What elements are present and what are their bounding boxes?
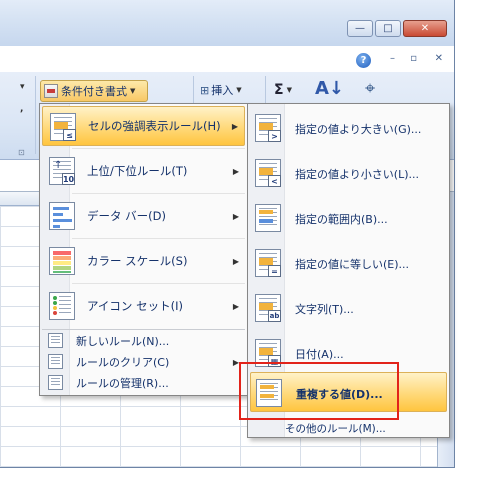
workbook-restore-button[interactable]: ▫ bbox=[410, 53, 417, 64]
clear-rules-icon bbox=[48, 354, 63, 369]
submenu-item-label: 日付(A)... bbox=[295, 348, 344, 361]
submenu-arrow-icon: ▶ bbox=[232, 357, 239, 367]
submenu-arrow-icon: ▶ bbox=[231, 121, 238, 131]
number-format-dropdown-icon[interactable]: ▾ bbox=[20, 82, 25, 92]
chevron-down-icon: ▼ bbox=[236, 86, 242, 94]
icon-set-icon bbox=[49, 292, 75, 320]
menu-item-label: アイコン セット(I) bbox=[87, 299, 183, 313]
window-controls: — □ ✕ bbox=[347, 20, 447, 37]
less-than-icon: < bbox=[255, 159, 281, 187]
workbook-close-button[interactable]: ✕ bbox=[435, 53, 443, 64]
menu-separator bbox=[72, 283, 245, 284]
group-launcher-icon[interactable]: ⊡ bbox=[18, 148, 25, 157]
menu-item-data-bars[interactable]: データ バー(D) ▶ bbox=[42, 196, 245, 236]
submenu-item-text-contains[interactable]: ab 文字列(T)... bbox=[250, 288, 447, 328]
color-scale-icon bbox=[49, 247, 75, 275]
comma-style-icon[interactable]: , bbox=[20, 104, 23, 114]
conditional-formatting-menu: ≤ セルの強調表示ルール(H) ▶ ↑ 10 上位/下位ルール(T) ▶ データ… bbox=[39, 103, 248, 396]
highlight-cells-submenu: > 指定の値より大きい(G)... < 指定の値より小さい(L)... 指定の範… bbox=[247, 103, 450, 438]
menu-item-top-bottom-rules[interactable]: ↑ 10 上位/下位ルール(T) ▶ bbox=[42, 151, 245, 191]
sort-filter-button[interactable]: A↓ bbox=[315, 78, 344, 99]
menu-item-color-scales[interactable]: カラー スケール(S) ▶ bbox=[42, 241, 245, 281]
new-rule-icon bbox=[48, 333, 63, 348]
submenu-arrow-icon: ▶ bbox=[232, 301, 239, 311]
manage-rules-icon bbox=[48, 375, 63, 390]
submenu-item-duplicate-values[interactable]: 重複する値(D)... bbox=[250, 372, 447, 412]
text-contains-icon: ab bbox=[255, 294, 281, 322]
conditional-formatting-button[interactable]: 条件付き書式 ▼ bbox=[40, 80, 148, 102]
menu-item-label: ルールのクリア(C) bbox=[76, 356, 170, 369]
top-bottom-icon: ↑ 10 bbox=[49, 157, 75, 185]
submenu-item-label: 指定の値より大きい(G)... bbox=[295, 123, 422, 136]
submenu-item-greater-than[interactable]: > 指定の値より大きい(G)... bbox=[250, 108, 447, 148]
menu-item-label: ルールの管理(R)... bbox=[76, 377, 169, 390]
submenu-arrow-icon: ▶ bbox=[232, 256, 239, 266]
ribbon-separator bbox=[35, 76, 36, 154]
sort-filter-icon: A↓ bbox=[315, 78, 345, 99]
submenu-item-more-rules[interactable]: その他のルール(M)... bbox=[250, 420, 447, 436]
workbook-minimize-button[interactable]: – bbox=[390, 53, 395, 64]
conditional-formatting-label: 条件付き書式 bbox=[61, 85, 127, 98]
highlight-cells-icon: ≤ bbox=[50, 113, 76, 141]
submenu-item-label: 指定の範囲内(B)... bbox=[295, 213, 388, 226]
submenu-item-between[interactable]: 指定の範囲内(B)... bbox=[250, 198, 447, 238]
submenu-item-label: 重複する値(D)... bbox=[296, 388, 383, 401]
number-group-tools: ▾ , bbox=[0, 78, 34, 138]
submenu-item-less-than[interactable]: < 指定の値より小さい(L)... bbox=[250, 153, 447, 193]
autosum-button[interactable]: Σ ▼ bbox=[274, 82, 292, 98]
menu-item-clear-rules[interactable]: ルールのクリア(C) ▶ bbox=[42, 352, 245, 372]
greater-than-icon: > bbox=[255, 114, 281, 142]
menu-item-highlight-cells-rules[interactable]: ≤ セルの強調表示ルール(H) ▶ bbox=[42, 106, 245, 146]
minimize-button[interactable]: — bbox=[347, 20, 373, 37]
insert-cells-icon: ⊞ bbox=[200, 83, 210, 97]
menu-separator bbox=[72, 238, 245, 239]
title-bar: — □ ✕ bbox=[0, 0, 454, 46]
submenu-item-equal-to[interactable]: = 指定の値に等しい(E)... bbox=[250, 243, 447, 283]
binoculars-icon: ⌖ bbox=[365, 78, 376, 99]
between-icon bbox=[255, 204, 281, 232]
menu-item-icon-sets[interactable]: アイコン セット(I) ▶ bbox=[42, 286, 245, 326]
submenu-item-label: 指定の値に等しい(E)... bbox=[295, 258, 410, 271]
date-occurring-icon: ▦ bbox=[255, 339, 281, 367]
duplicate-values-icon bbox=[256, 379, 282, 407]
submenu-item-label: 文字列(T)... bbox=[295, 303, 354, 316]
menu-separator bbox=[42, 329, 245, 330]
menu-item-label: データ バー(D) bbox=[87, 209, 166, 223]
chevron-down-icon: ▼ bbox=[286, 86, 292, 94]
find-select-button[interactable]: ⌖ bbox=[365, 78, 375, 99]
close-button[interactable]: ✕ bbox=[403, 20, 447, 37]
submenu-item-label: 指定の値より小さい(L)... bbox=[295, 168, 419, 181]
submenu-item-label: その他のルール(M)... bbox=[285, 423, 386, 435]
maximize-button[interactable]: □ bbox=[375, 20, 401, 37]
sigma-icon: Σ bbox=[274, 82, 284, 98]
help-icon[interactable]: ? bbox=[356, 53, 371, 68]
chevron-down-icon: ▼ bbox=[130, 87, 136, 95]
workbook-controls: ? – ▫ ✕ bbox=[0, 52, 454, 70]
submenu-item-date[interactable]: ▦ 日付(A)... bbox=[250, 333, 447, 373]
insert-button[interactable]: ⊞ 挿入 ▼ bbox=[200, 82, 242, 98]
data-bar-icon bbox=[49, 202, 75, 230]
menu-separator bbox=[72, 148, 245, 149]
submenu-arrow-icon: ▶ bbox=[232, 166, 239, 176]
conditional-formatting-icon bbox=[44, 84, 58, 98]
menu-item-label: セルの強調表示ルール(H) bbox=[88, 119, 221, 133]
insert-label: 挿入 bbox=[211, 84, 234, 97]
menu-item-label: カラー スケール(S) bbox=[87, 254, 188, 268]
menu-item-label: 新しいルール(N)... bbox=[76, 335, 170, 348]
menu-item-new-rule[interactable]: 新しいルール(N)... bbox=[42, 331, 245, 351]
equal-to-icon: = bbox=[255, 249, 281, 277]
menu-item-manage-rules[interactable]: ルールの管理(R)... bbox=[42, 373, 245, 393]
menu-item-label: 上位/下位ルール(T) bbox=[87, 164, 188, 178]
submenu-arrow-icon: ▶ bbox=[232, 211, 239, 221]
menu-separator bbox=[72, 193, 245, 194]
